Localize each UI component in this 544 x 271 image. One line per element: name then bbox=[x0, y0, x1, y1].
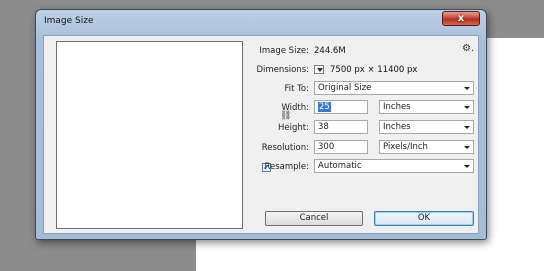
chevron-down-icon bbox=[464, 87, 470, 90]
resample-select[interactable]: Automatic bbox=[314, 159, 474, 173]
chevron-down-icon bbox=[464, 106, 470, 109]
resample-value: Automatic bbox=[318, 161, 362, 171]
height-unit-select[interactable]: Inches bbox=[379, 120, 474, 134]
height-label: Height: bbox=[278, 123, 309, 133]
title-bar[interactable]: Image Size x bbox=[36, 10, 486, 34]
close-button[interactable]: x bbox=[442, 11, 480, 26]
chevron-down-icon bbox=[464, 146, 470, 149]
width-input[interactable]: 25 bbox=[314, 100, 368, 114]
resize-grip-icon[interactable]: ⋰ bbox=[468, 224, 476, 232]
resolution-unit: Pixels/Inch bbox=[383, 142, 428, 152]
gear-icon[interactable]: ⚙. bbox=[462, 43, 474, 54]
resolution-unit-select[interactable]: Pixels/Inch bbox=[379, 140, 474, 154]
chevron-down-icon bbox=[464, 165, 470, 168]
resolution-input[interactable]: 300 bbox=[314, 140, 368, 154]
dimensions-value: 7500 px × 11400 px bbox=[330, 65, 418, 75]
dialog-body: Image Size: 244.6M ⚙. Dimensions: 7500 p… bbox=[43, 35, 479, 234]
resample-label: Resample: bbox=[264, 162, 309, 172]
height-input[interactable]: 38 bbox=[314, 120, 368, 134]
window-title: Image Size bbox=[44, 16, 94, 26]
image-size-dialog: Image Size x Image Size: 244.6M ⚙. Dimen… bbox=[35, 9, 487, 240]
image-preview[interactable] bbox=[56, 41, 243, 229]
image-size-label: Image Size: bbox=[259, 46, 309, 56]
fit-to-label: Fit To: bbox=[284, 84, 309, 94]
fit-to-select[interactable]: Original Size bbox=[314, 81, 474, 95]
width-unit: Inches bbox=[383, 102, 411, 112]
height-value: 38 bbox=[318, 122, 329, 132]
resolution-label: Resolution: bbox=[261, 143, 309, 153]
dropdown-icon[interactable] bbox=[314, 65, 324, 74]
chevron-down-icon bbox=[464, 126, 470, 129]
fit-to-value: Original Size bbox=[318, 83, 372, 93]
dimensions-label: Dimensions: bbox=[256, 65, 309, 75]
image-size-value: 244.6M bbox=[314, 46, 346, 56]
resolution-value: 300 bbox=[318, 142, 335, 152]
width-value: 25 bbox=[318, 102, 331, 112]
cancel-button[interactable]: Cancel bbox=[265, 211, 363, 226]
width-label: Width: bbox=[281, 103, 309, 113]
height-unit: Inches bbox=[383, 122, 411, 132]
ok-button[interactable]: OK bbox=[374, 211, 474, 226]
width-unit-select[interactable]: Inches bbox=[379, 100, 474, 114]
close-icon: x bbox=[457, 13, 465, 24]
